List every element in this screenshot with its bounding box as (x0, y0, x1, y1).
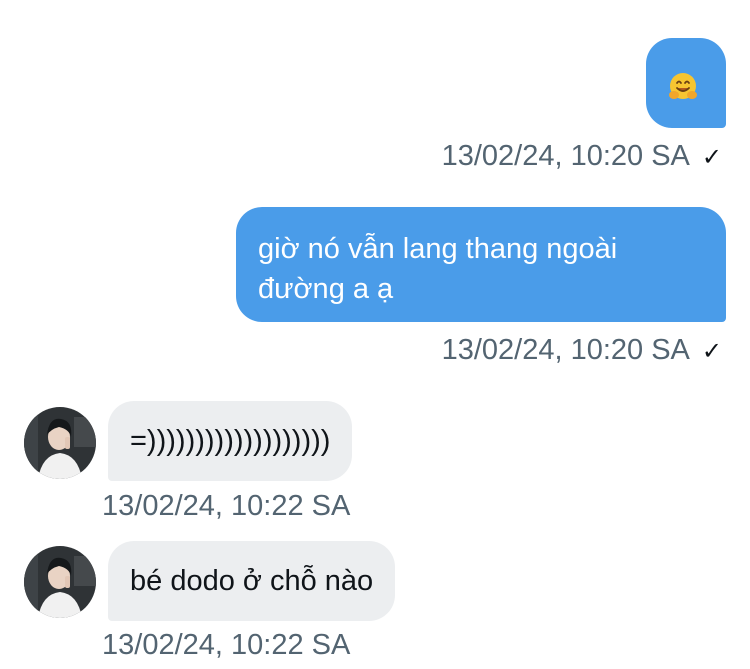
message-timestamp-row: 13/02/24, 10:20 SA ✓ (442, 138, 722, 176)
hugging-face-emoji-icon (669, 73, 697, 99)
avatar-image (24, 546, 96, 618)
outgoing-message-bubble[interactable]: giờ nó vẫn lang thang ngoài đường a ạ (236, 207, 726, 322)
user-avatar[interactable] (24, 407, 96, 479)
message-timestamp: 13/02/24, 10:20 SA (441, 334, 690, 366)
incoming-message-bubble[interactable]: bé dodo ở chỗ nào (108, 541, 396, 621)
checkmark-icon: ✓ (701, 144, 722, 171)
message-timestamp: 13/02/24, 10:20 SA (441, 140, 690, 172)
outgoing-message-bubble[interactable] (646, 38, 726, 128)
message-text: =))))))))))))))))))) (130, 425, 331, 457)
checkmark-icon: ✓ (701, 338, 722, 365)
incoming-message-bubble[interactable]: =))))))))))))))))))) (108, 401, 353, 481)
avatar-image (24, 407, 96, 479)
message-timestamp-row: 13/02/24, 10:20 SA ✓ (442, 332, 722, 370)
message-text: giờ nó vẫn lang thang ngoài đường a ạ (258, 233, 618, 305)
message-timestamp: 13/02/24, 10:22 SA (102, 490, 351, 522)
message-text: bé dodo ở chỗ nào (130, 565, 374, 597)
user-avatar[interactable] (24, 546, 96, 618)
message-timestamp: 13/02/24, 10:22 SA (102, 629, 351, 661)
